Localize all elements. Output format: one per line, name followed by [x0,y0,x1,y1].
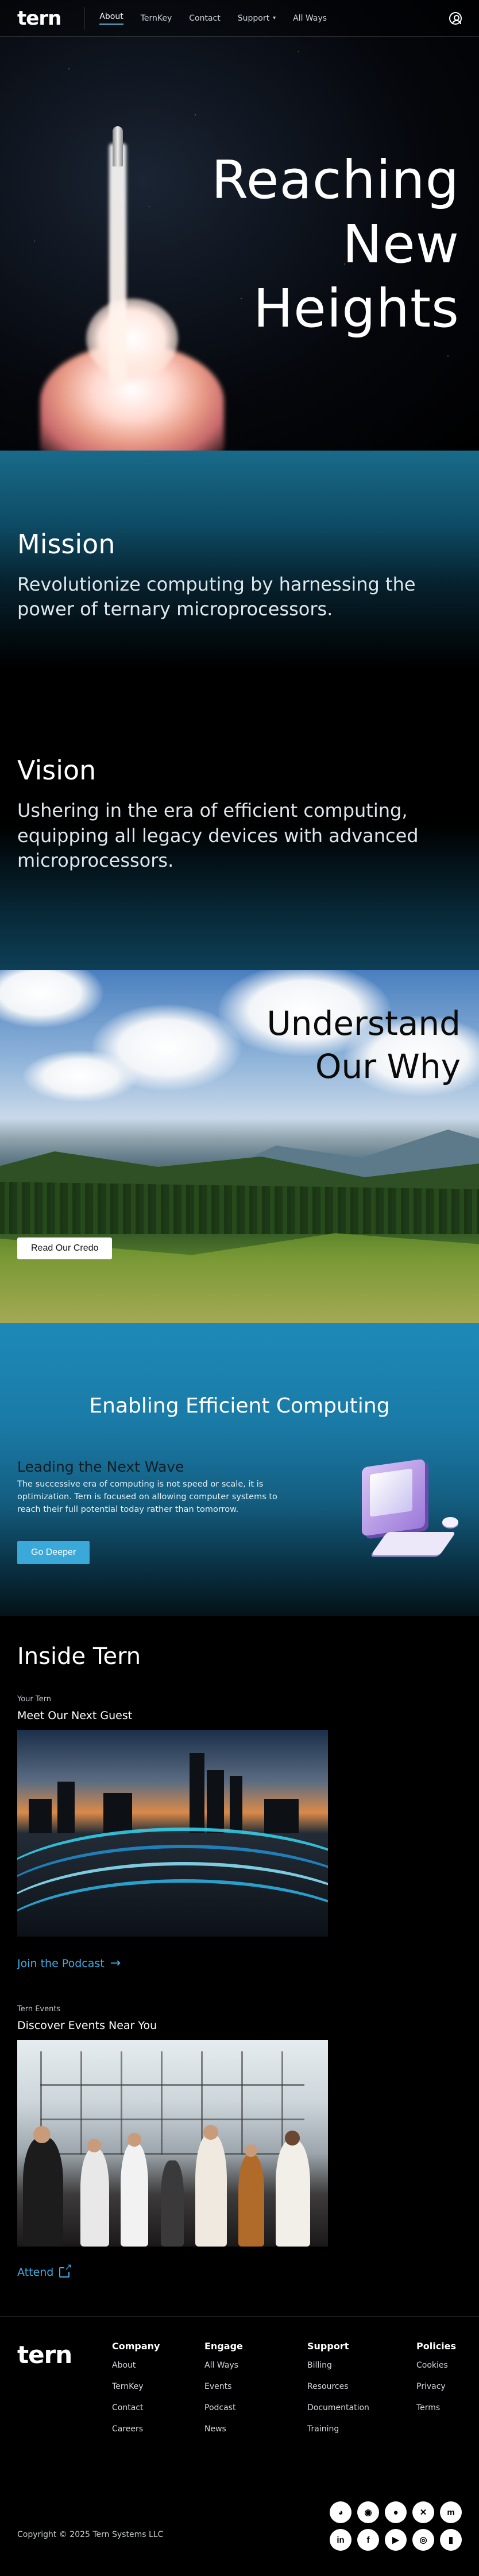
mouse-icon [442,1517,458,1527]
footer-link-ternkey[interactable]: TernKey [112,2382,160,2391]
card-title: Discover Events Near You [17,2019,157,2032]
vision-text: Ushering in the era of efficient computi… [17,800,419,871]
x-icon[interactable]: ✕ [412,2501,434,2523]
footer-link-cookies[interactable]: Cookies [416,2361,456,2370]
mission-block: Mission Revolutionize computing by harne… [17,529,462,622]
site-footer: tern Company About TernKey Contact Caree… [0,2316,479,2574]
rocket-icon [113,126,123,166]
podcast-card: Your Tern Meet Our Next Guest Join the P… [17,1695,462,1970]
twitch-icon[interactable]: ▮ [440,2529,462,2551]
youtube-icon[interactable]: ▶ [385,2529,407,2551]
instagram-icon[interactable]: ◎ [412,2529,434,2551]
rocket-launch-image [34,126,230,451]
chevron-down-icon: ▾ [273,15,276,21]
efficient-heading: Enabling Efficient Computing [89,1394,390,1418]
github-icon[interactable]: ● [385,2501,407,2523]
inside-heading: Inside Tern [17,1643,141,1670]
monitor-icon [362,1458,425,1537]
footer-column-heading: Engage [204,2341,243,2352]
join-podcast-link[interactable]: Join the Podcast → [17,1956,462,1970]
footer-link-documentation[interactable]: Documentation [307,2403,369,2412]
retro-computer-illustration [350,1457,465,1566]
external-link-icon [59,2263,72,2278]
arrow-right-icon: → [110,1956,121,1970]
efficient-content: Leading the Next Wave The successive era… [17,1458,287,1516]
hero-title-line: Reaching [211,149,459,211]
footer-link-billing[interactable]: Billing [307,2361,369,2370]
footer-link-about[interactable]: About [112,2361,160,2370]
go-deeper-button[interactable]: Go Deeper [17,1541,90,1564]
nav-all-ways[interactable]: All Ways [293,14,327,23]
social-links: ◕ ◉ ● ✕ m in f ▶ ◎ ▮ [312,2501,462,2556]
attend-label: Attend [17,2266,54,2279]
footer-column-heading: Support [307,2341,349,2352]
mission-vision-section: Mission Revolutionize computing by harne… [0,451,479,970]
discord-icon[interactable]: ◕ [330,2501,351,2523]
footer-link-contact[interactable]: Contact [112,2403,160,2412]
footer-link-all-ways[interactable]: All Ways [204,2361,243,2370]
events-card: Tern Events Discover Events Near You Att… [17,2005,462,2279]
reddit-icon[interactable]: ◉ [357,2501,379,2523]
attend-link[interactable]: Attend [17,2263,462,2279]
footer-column-policies: Policies Cookies Privacy Terms [416,2341,456,2424]
mission-heading: Mission [17,529,115,560]
vision-heading: Vision [17,755,96,786]
facebook-icon[interactable]: f [357,2529,379,2551]
nav-links: About TernKey Contact Support ▾ All Ways [99,12,327,25]
hero-title: Reaching New Heights [211,148,459,342]
vision-block: Vision Ushering in the era of efficient … [17,755,462,873]
footer-column-engage: Engage All Ways Events Podcast News [204,2341,243,2446]
card-kicker: Tern Events [17,2005,61,2014]
hero-section: Reaching New Heights [0,0,479,451]
footer-link-careers[interactable]: Careers [112,2424,160,2434]
nav-contact[interactable]: Contact [189,14,220,23]
footer-link-terms[interactable]: Terms [416,2403,456,2412]
copyright-text: Copyright © 2025 Tern Systems LLC [17,2530,164,2539]
keyboard-icon [370,1532,457,1555]
mission-text: Revolutionize computing by harnessing th… [17,573,416,620]
event-crowd-image [17,2040,328,2247]
nav-ternkey[interactable]: TernKey [141,14,172,23]
user-profile-icon[interactable] [449,11,462,25]
footer-link-podcast[interactable]: Podcast [204,2403,243,2412]
footer-link-events[interactable]: Events [204,2382,243,2391]
footer-link-resources[interactable]: Resources [307,2382,369,2391]
why-title: Understand Our Why [266,1002,461,1089]
footer-logo[interactable]: tern [17,2341,72,2369]
footer-link-privacy[interactable]: Privacy [416,2382,456,2391]
efficient-subheading: Leading the Next Wave [17,1458,184,1475]
nav-support[interactable]: Support ▾ [238,14,276,23]
linkedin-icon[interactable]: in [330,2529,351,2551]
footer-column-heading: Company [112,2341,160,2352]
efficient-computing-section: Enabling Efficient Computing Leading the… [0,1323,479,1616]
tern-logo[interactable]: tern [17,7,61,30]
join-podcast-label: Join the Podcast [17,1957,105,1970]
nav-about[interactable]: About [99,12,123,25]
nav-support-label: Support [237,13,270,23]
card-kicker: Your Tern [17,1695,51,1704]
footer-column-company: Company About TernKey Contact Careers [112,2341,160,2446]
why-title-line: Our Why [315,1047,461,1087]
efficient-text: The successive era of computing is not s… [17,1480,277,1514]
footer-column-support: Support Billing Resources Documentation … [307,2341,369,2446]
hero-title-line: Heights [253,278,459,340]
footer-link-news[interactable]: News [204,2424,243,2434]
why-title-line: Understand [266,1004,461,1043]
footer-link-training[interactable]: Training [307,2424,369,2434]
mastodon-icon[interactable]: m [440,2501,462,2523]
footer-column-heading: Policies [416,2341,457,2352]
top-nav: tern About TernKey Contact Support ▾ All … [0,0,479,37]
read-credo-button[interactable]: Read Our Credo [17,1237,113,1259]
hero-title-line: New [342,214,459,276]
inside-tern-section: Inside Tern Your Tern Meet Our Next Gues… [0,1616,479,2316]
card-title: Meet Our Next Guest [17,1709,133,1722]
understand-why-section: Understand Our Why Read Our Credo [0,970,479,1323]
city-light-trails-image [17,1730,328,1937]
